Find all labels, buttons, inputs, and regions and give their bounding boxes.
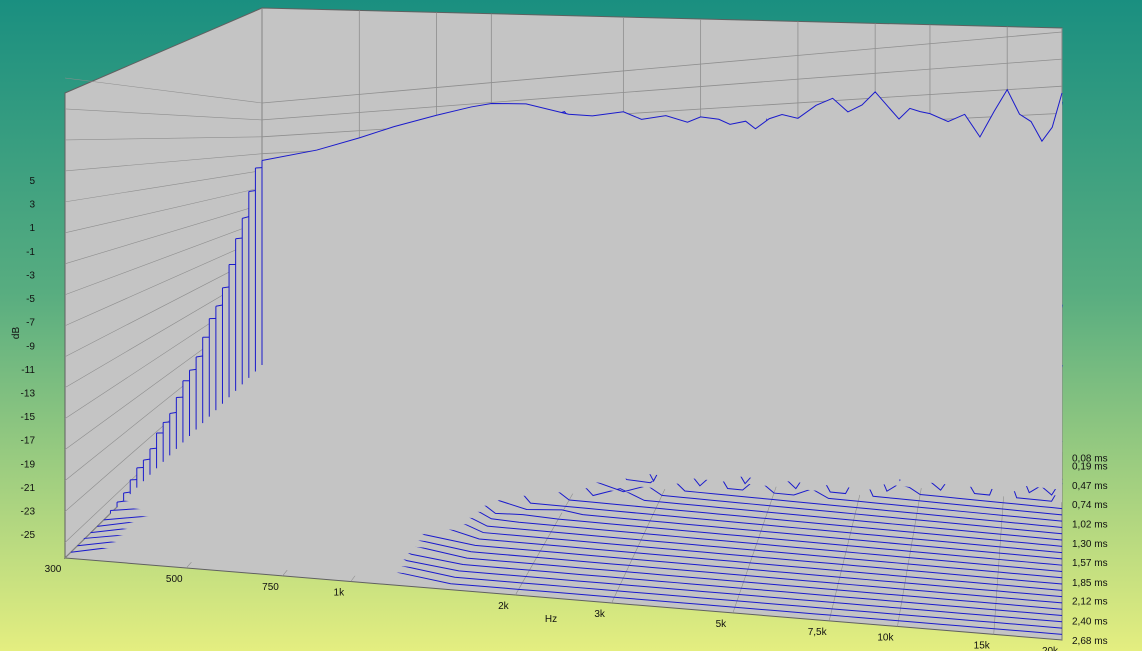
x-tick-label: 2k — [498, 601, 510, 612]
y-tick-label: -7 — [26, 318, 35, 329]
y-tick-label: -1 — [26, 247, 35, 258]
y-tick-label: -21 — [21, 483, 36, 494]
y-tick-label: -9 — [26, 341, 35, 352]
y-tick-label: -19 — [21, 459, 36, 470]
y-tick-label: -15 — [21, 412, 36, 423]
z-tick-label: 2,40 ms — [1072, 616, 1108, 627]
y-tick-label: 1 — [29, 223, 35, 234]
z-tick-label: 1,30 ms — [1072, 539, 1108, 550]
y-tick-label: 3 — [29, 200, 35, 211]
y-tick-label: -5 — [26, 294, 35, 305]
z-tick-label: 0,47 ms — [1072, 481, 1108, 492]
y-tick-label: -23 — [21, 507, 36, 518]
z-tick-label: 1,85 ms — [1072, 578, 1108, 589]
y-tick-label: -13 — [21, 389, 36, 400]
x-tick-label: 750 — [262, 582, 279, 593]
y-tick-label: 5 — [29, 176, 35, 187]
z-tick-label: 2,12 ms — [1072, 597, 1108, 608]
y-tick-label: -3 — [26, 270, 35, 281]
x-tick-label: 15k — [974, 640, 991, 651]
x-tick-label: 500 — [166, 574, 183, 585]
y-tick-label: -25 — [21, 530, 36, 541]
z-tick-label: 2,68 ms — [1072, 636, 1108, 647]
x-axis-title: Hz — [545, 614, 557, 625]
z-tick-label: 1,57 ms — [1072, 558, 1108, 569]
z-tick-label: 0,74 ms — [1072, 500, 1108, 511]
x-tick-label: 10k — [877, 632, 894, 643]
x-tick-label: 1k — [334, 588, 346, 599]
waterfall-chart: 5 3 1 -1 -3 -5 -7 -9 -11 -13 -15 -17 -19 -21 -23 -25 30… — [0, 0, 1142, 651]
x-tick-label: 5k — [716, 619, 728, 630]
x-tick-label: 20k — [1042, 646, 1059, 651]
x-tick-label: 3k — [594, 609, 606, 620]
y-axis-title: dB — [11, 327, 22, 340]
y-tick-label: -17 — [21, 436, 36, 447]
z-tick-label: 0,19 ms — [1072, 461, 1108, 472]
z-tick-label: 1,02 ms — [1072, 520, 1108, 531]
x-tick-label: 300 — [45, 564, 62, 575]
y-tick-label: -11 — [21, 365, 35, 376]
x-tick-label: 7,5k — [808, 627, 828, 638]
